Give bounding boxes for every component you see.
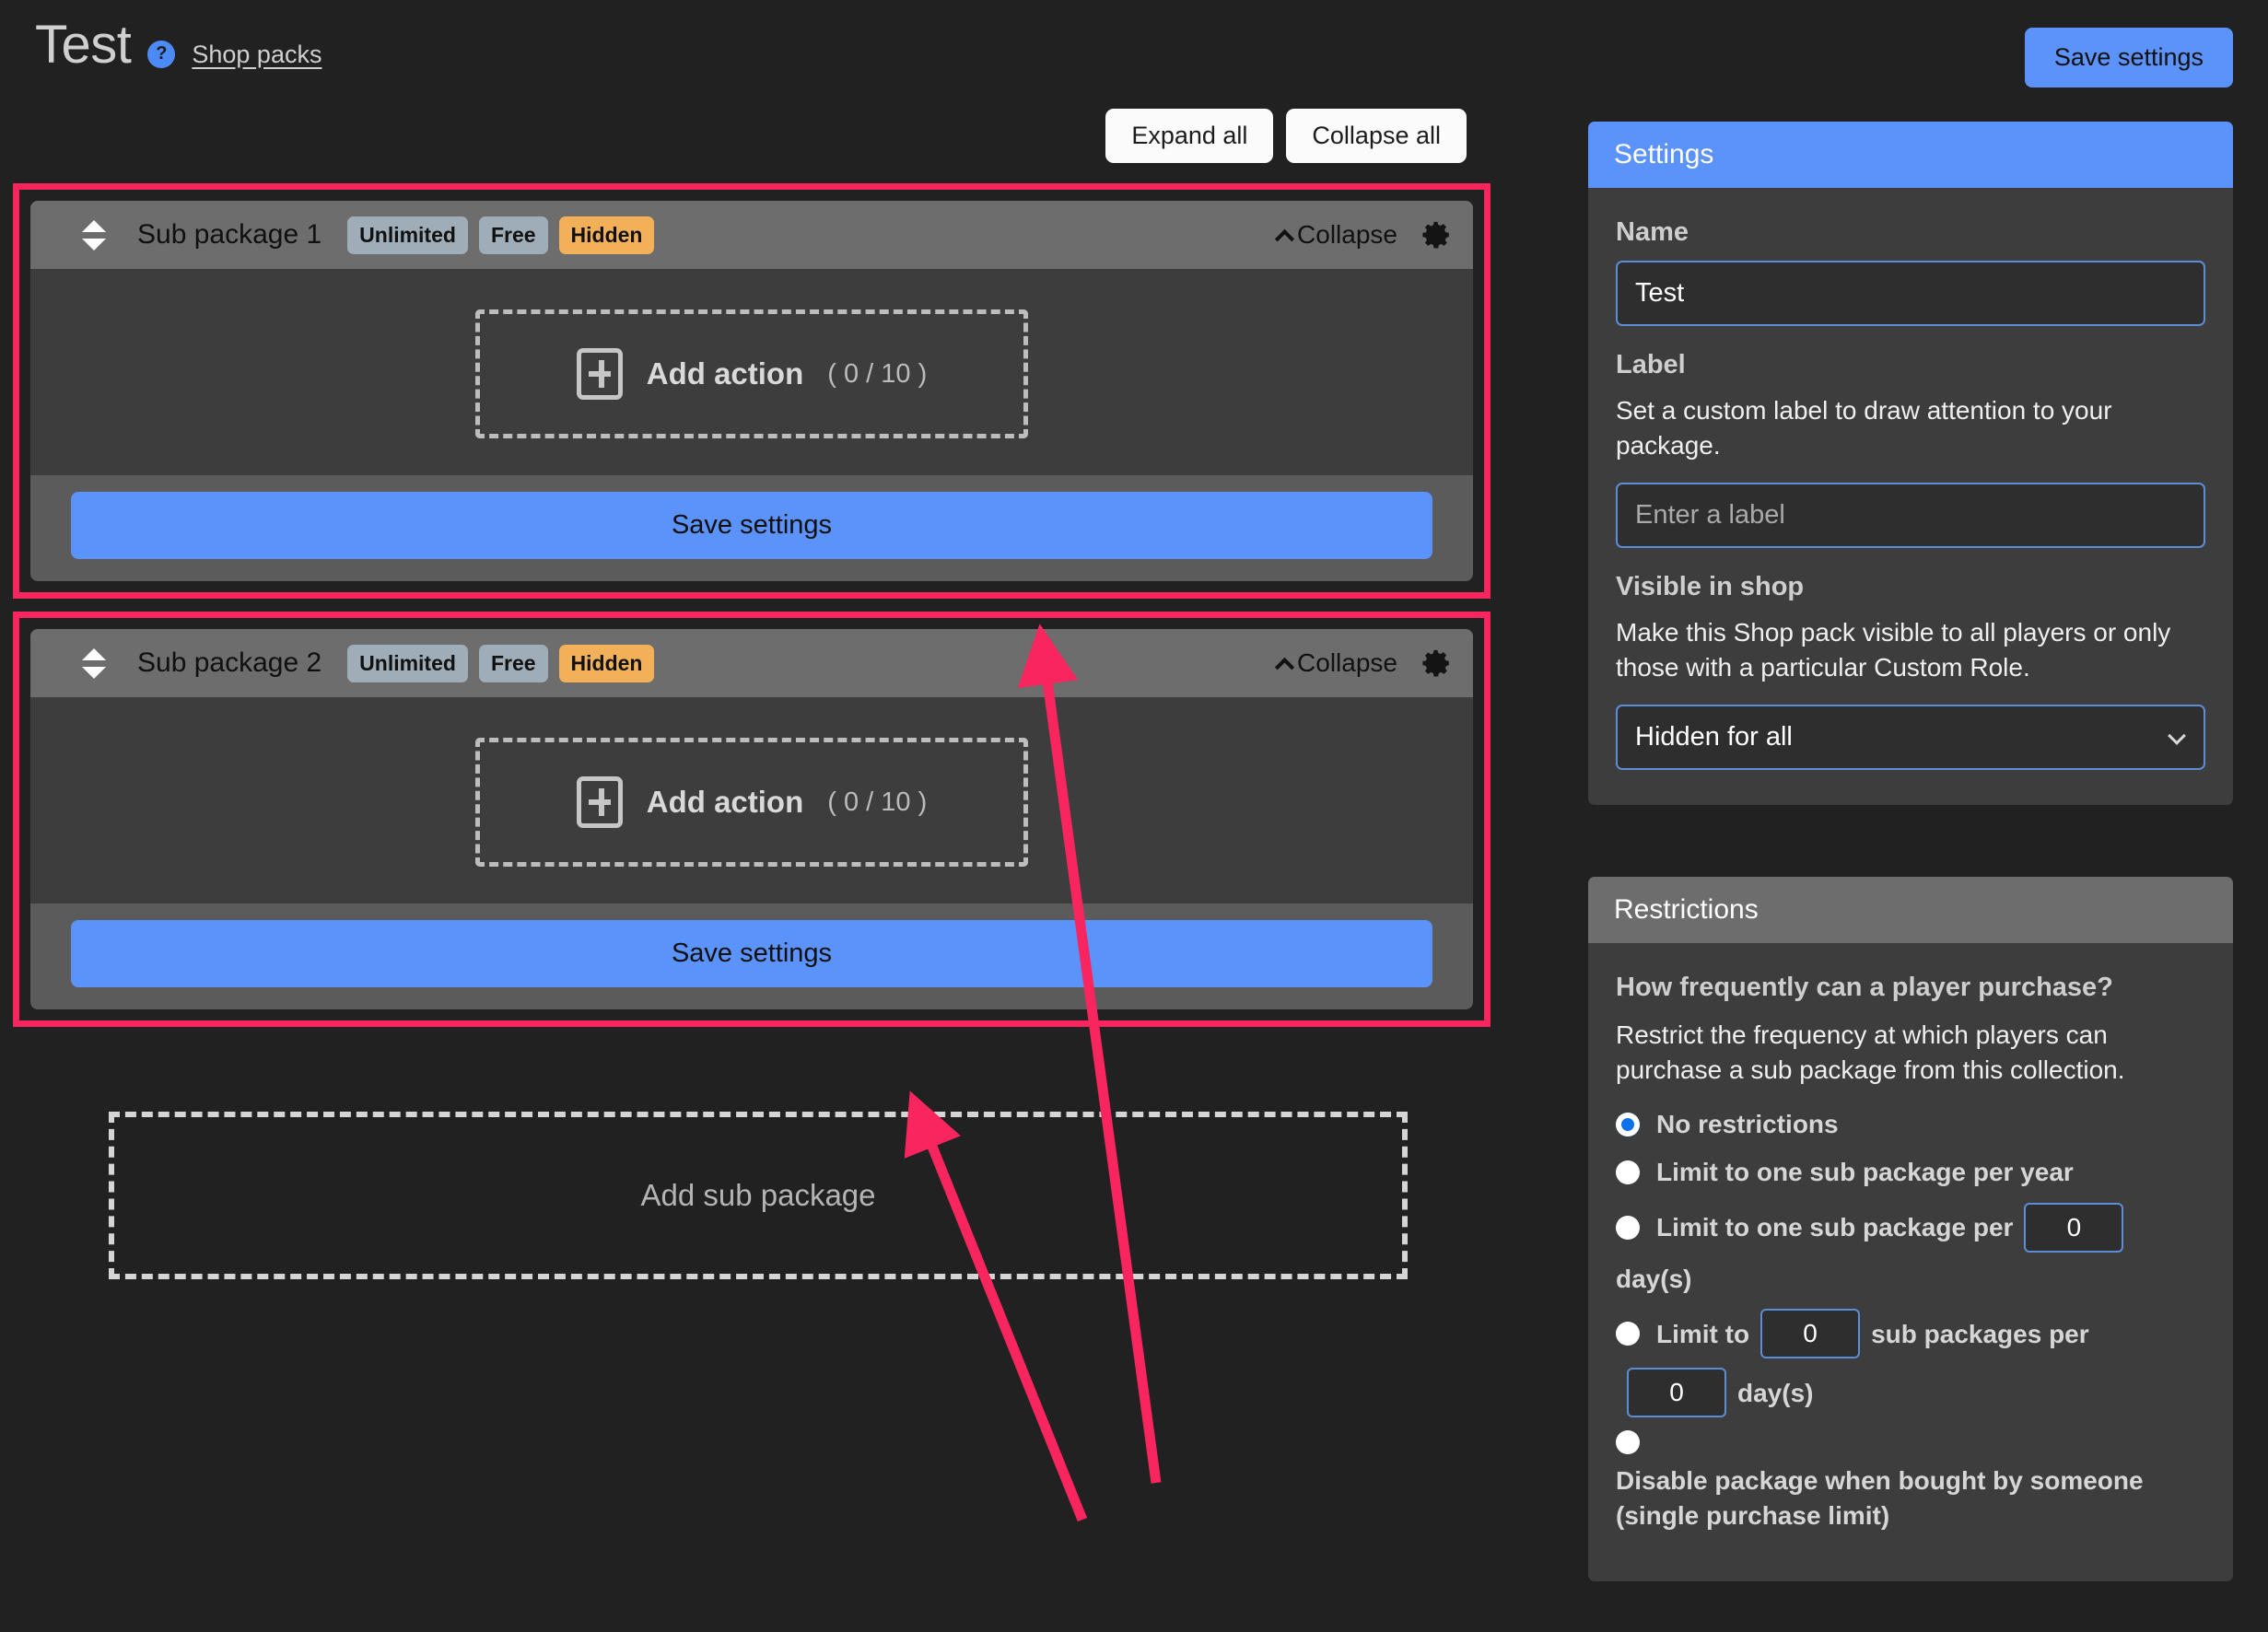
add-action-button[interactable]: Add action ( 0 / 10 ) (475, 309, 1028, 438)
badge-unlimited: Unlimited (347, 645, 468, 682)
collapse-toggle[interactable]: Collapse (1278, 648, 1397, 678)
sub-package-footer-2: Save settings (30, 903, 1473, 1009)
expand-collapse-toolbar: Expand all Collapse all (0, 109, 1548, 163)
sub-package-card-2: Sub package 2 Unlimited Free Hidden Coll… (30, 629, 1473, 1009)
visible-in-shop-select[interactable] (1616, 705, 2205, 770)
sub-package-body-2: Add action ( 0 / 10 ) (30, 697, 1473, 903)
top-header: Test ? Shop packs Save settings (0, 0, 2268, 109)
restrictions-description: Restrict the frequency at which players … (1616, 1018, 2205, 1087)
badge-free: Free (479, 216, 548, 254)
collapse-label: Collapse (1297, 648, 1397, 678)
visible-in-shop-label: Visible in shop (1616, 572, 2205, 602)
restriction-label-b: day(s) (1616, 1262, 1691, 1297)
app-root: Test ? Shop packs Save settings Expand a… (0, 0, 2268, 1632)
chevron-up-icon (1275, 657, 1294, 676)
highlight-frame-package-2: Sub package 2 Unlimited Free Hidden Coll… (13, 612, 1491, 1027)
label-description: Set a custom label to draw attention to … (1616, 393, 2205, 462)
gear-icon[interactable] (1421, 647, 1453, 679)
restriction-label-b: sub packages per (1871, 1317, 2089, 1352)
label-label: Label (1616, 350, 2205, 380)
sub-package-title: Sub package 2 (137, 647, 321, 679)
save-settings-button[interactable]: Save settings (2025, 28, 2233, 87)
sub-package-title: Sub package 1 (137, 219, 321, 251)
settings-panel-body: Name Label Set a custom label to draw at… (1588, 188, 2233, 805)
restriction-option-one-per-year[interactable]: Limit to one sub package per year (1616, 1155, 2205, 1190)
restriction-label-a: Limit to (1656, 1317, 1749, 1352)
visible-in-shop-description: Make this Shop pack visible to all playe… (1616, 615, 2205, 684)
collapse-toggle[interactable]: Collapse (1278, 220, 1397, 250)
page-title: Test (35, 18, 131, 72)
expand-all-button[interactable]: Expand all (1105, 109, 1273, 163)
header-actions: Collapse (1278, 219, 1453, 251)
radio-single-purchase[interactable] (1616, 1430, 1640, 1454)
collapse-all-button[interactable]: Collapse all (1286, 109, 1467, 163)
visible-in-shop-select-wrap (1616, 705, 2205, 770)
restrictions-panel: Restrictions How frequently can a player… (1588, 877, 2233, 1581)
sub-package-header-1: Sub package 1 Unlimited Free Hidden Coll… (30, 201, 1473, 269)
drag-handle-icon[interactable] (82, 645, 106, 682)
restriction-label: Disable package when bought by someone (… (1616, 1463, 2205, 1533)
add-action-button[interactable]: Add action ( 0 / 10 ) (475, 738, 1028, 867)
highlight-frame-package-1: Sub package 1 Unlimited Free Hidden Coll… (13, 183, 1491, 599)
name-label: Name (1616, 217, 2205, 248)
packages-column: Expand all Collapse all Sub package 1 Un… (0, 109, 1548, 1279)
restriction-option-no-restrictions[interactable]: No restrictions (1616, 1107, 2205, 1142)
name-input[interactable] (1616, 261, 2205, 326)
n-packages-input[interactable] (1760, 1309, 1860, 1358)
restrictions-panel-body: How frequently can a player purchase? Re… (1588, 943, 2233, 1581)
radio-n-per-days[interactable] (1616, 1322, 1640, 1346)
collapse-label: Collapse (1297, 220, 1397, 250)
badge-hidden: Hidden (559, 645, 655, 682)
save-settings-button-package-1[interactable]: Save settings (71, 492, 1432, 559)
restriction-label: No restrictions (1656, 1107, 1839, 1142)
add-action-label: Add action (647, 356, 804, 391)
badge-free: Free (479, 645, 548, 682)
restriction-option-single-purchase[interactable]: Disable package when bought by someone (… (1616, 1430, 2205, 1533)
add-sub-package-button[interactable]: Add sub package (109, 1112, 1408, 1279)
sub-package-header-2: Sub package 2 Unlimited Free Hidden Coll… (30, 629, 1473, 697)
badge-unlimited: Unlimited (347, 216, 468, 254)
shop-packs-link[interactable]: Shop packs (192, 41, 321, 69)
radio-no-restrictions[interactable] (1616, 1113, 1640, 1137)
settings-panel: Settings Name Label Set a custom label t… (1588, 122, 2233, 805)
gear-icon[interactable] (1421, 219, 1453, 251)
question-mark-icon[interactable]: ? (147, 41, 175, 68)
sub-package-footer-1: Save settings (30, 475, 1473, 581)
restrictions-question: How frequently can a player purchase? (1616, 973, 2205, 1003)
restriction-label-a: Limit to one sub package per (1656, 1210, 2013, 1245)
drag-handle-icon[interactable] (82, 216, 106, 253)
settings-panel-title: Settings (1588, 122, 2233, 188)
chevron-up-icon (1275, 228, 1294, 248)
plus-square-icon (577, 348, 623, 400)
header-actions: Collapse (1278, 647, 1453, 679)
sub-package-card-1: Sub package 1 Unlimited Free Hidden Coll… (30, 201, 1473, 581)
badge-hidden: Hidden (559, 216, 655, 254)
title-group: Test ? Shop packs (35, 18, 321, 72)
restriction-option-n-per-days[interactable]: Limit to sub packages per day(s) (1616, 1309, 2205, 1417)
radio-one-per-days[interactable] (1616, 1216, 1640, 1240)
restriction-label: Limit to one sub package per year (1656, 1155, 2074, 1190)
radio-one-per-year[interactable] (1616, 1160, 1640, 1184)
settings-column: Settings Name Label Set a custom label t… (1588, 122, 2233, 1632)
label-input[interactable] (1616, 483, 2205, 548)
add-action-label: Add action (647, 785, 804, 820)
restriction-option-one-per-days[interactable]: Limit to one sub package per day(s) (1616, 1203, 2205, 1297)
sub-package-body-1: Add action ( 0 / 10 ) (30, 269, 1473, 475)
plus-square-icon (577, 776, 623, 828)
restrictions-panel-title: Restrictions (1588, 877, 2233, 943)
add-action-count: ( 0 / 10 ) (827, 787, 927, 818)
one-per-days-input[interactable] (2024, 1203, 2123, 1253)
n-days-input[interactable] (1627, 1368, 1726, 1417)
add-action-count: ( 0 / 10 ) (827, 359, 927, 390)
restriction-label-c: day(s) (1737, 1376, 1813, 1411)
save-settings-button-package-2[interactable]: Save settings (71, 920, 1432, 987)
